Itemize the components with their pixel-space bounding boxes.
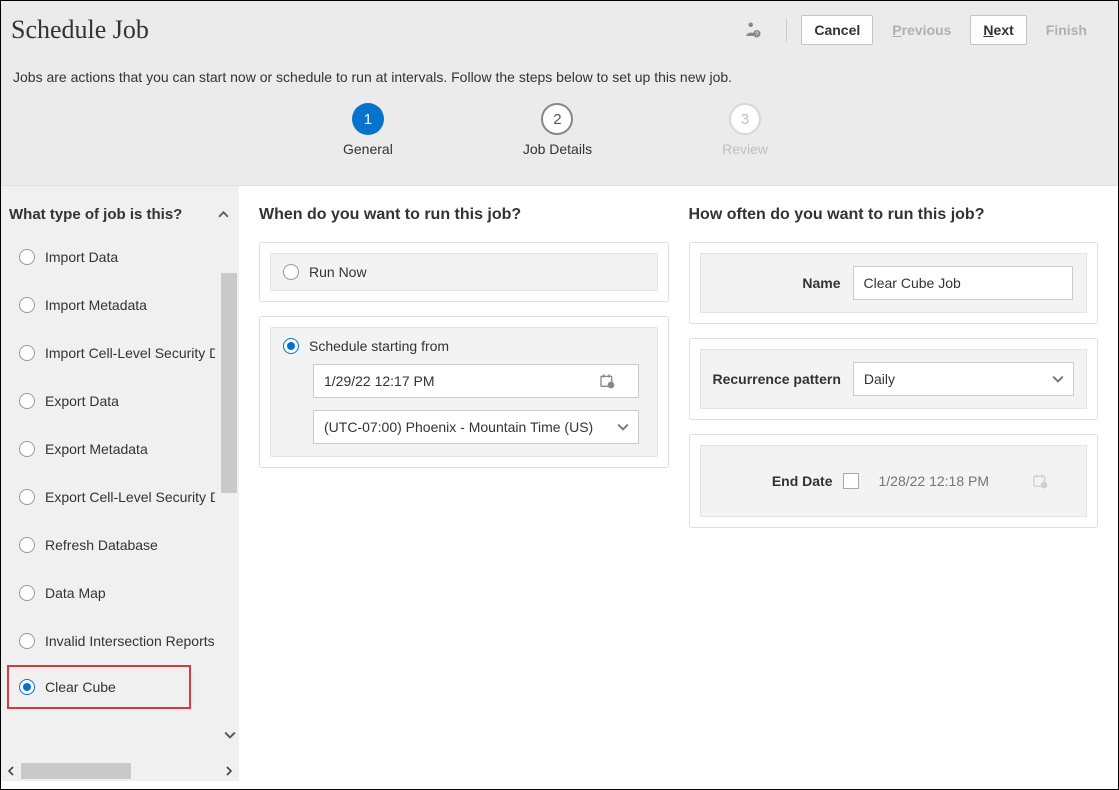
end-date-card: End Date	[689, 434, 1099, 528]
often-panel-title: How often do you want to run this job?	[689, 206, 1099, 224]
calendar-icon[interactable]	[599, 373, 615, 389]
end-date-checkbox[interactable]	[843, 473, 859, 489]
schedule-option[interactable]: Schedule starting from	[271, 328, 657, 364]
datetime-input[interactable]	[313, 364, 639, 398]
radio-icon	[19, 345, 35, 361]
recurrence-select[interactable]	[853, 362, 1074, 396]
job-option-export-metadata[interactable]: Export Metadata	[1, 425, 239, 473]
wizard-step-details[interactable]: 2 Job Details	[523, 103, 592, 157]
finish-button: Finish	[1033, 15, 1100, 45]
recurrence-card: Recurrence pattern	[689, 338, 1099, 420]
end-date-row: End Date	[700, 445, 1088, 517]
job-option-label: Import Cell-Level Security Definition	[45, 345, 215, 361]
sidebar-header: What type of job is this?	[1, 194, 239, 233]
schedule-label: Schedule starting from	[309, 338, 449, 354]
job-option-clear-cube[interactable]: Clear Cube	[7, 665, 191, 709]
scrollbar-thumb[interactable]	[21, 763, 131, 779]
step-number: 3	[729, 103, 761, 135]
user-help-icon[interactable]: ?	[744, 21, 762, 39]
header-actions: ? Cancel Previous Next Finish	[744, 15, 1100, 45]
end-date-field-wrap	[869, 464, 1073, 498]
step-number: 2	[541, 103, 573, 135]
end-date-label: End Date	[715, 473, 833, 489]
calendar-icon	[1032, 473, 1048, 489]
cancel-button[interactable]: Cancel	[801, 15, 873, 45]
recurrence-label: Recurrence pattern	[713, 371, 841, 387]
job-option-import-cell-security[interactable]: Import Cell-Level Security Definition	[1, 329, 239, 377]
job-option-refresh-database[interactable]: Refresh Database	[1, 521, 239, 569]
often-panel: How often do you want to run this job? N…	[689, 206, 1099, 761]
recurrence-input[interactable]	[853, 362, 1074, 396]
scrollbar-vertical[interactable]	[221, 273, 237, 761]
radio-icon	[19, 441, 35, 457]
radio-icon	[283, 264, 299, 280]
step-label: Review	[722, 141, 768, 157]
radio-icon	[19, 633, 35, 649]
name-card: Name	[689, 242, 1099, 324]
run-now-label: Run Now	[309, 264, 367, 280]
job-option-label: Clear Cube	[45, 679, 116, 695]
previous-button: Previous	[879, 15, 964, 45]
timezone-select[interactable]	[313, 410, 639, 444]
next-button[interactable]: Next	[970, 15, 1026, 45]
job-option-label: Refresh Database	[45, 537, 158, 553]
job-option-import-data[interactable]: Import Data	[1, 233, 239, 281]
wizard-step-general[interactable]: 1 General	[343, 103, 393, 157]
job-option-label: Import Metadata	[45, 297, 147, 313]
job-option-label: Import Data	[45, 249, 118, 265]
step-label: Job Details	[523, 141, 592, 157]
recurrence-row: Recurrence pattern	[700, 349, 1088, 409]
job-option-label: Export Metadata	[45, 441, 148, 457]
page-title: Schedule Job	[11, 15, 149, 45]
job-option-label: Data Map	[45, 585, 106, 601]
job-type-list: Import Data Import Metadata Import Cell-…	[1, 233, 239, 761]
run-now-card: Run Now	[259, 242, 669, 302]
wizard-steps: 1 General 2 Job Details 3 Review	[11, 103, 1100, 157]
job-option-import-metadata[interactable]: Import Metadata	[1, 281, 239, 329]
schedule-card: Schedule starting from	[259, 316, 669, 468]
page-description: Jobs are actions that you can start now …	[11, 69, 1100, 85]
scrollbar-thumb[interactable]	[221, 273, 237, 493]
job-option-label: Invalid Intersection Reports	[45, 633, 215, 649]
chevron-down-icon[interactable]	[223, 729, 237, 741]
scrollbar-horizontal[interactable]	[1, 761, 239, 781]
sidebar: What type of job is this? Import Data Im…	[1, 186, 239, 781]
name-label: Name	[713, 275, 841, 291]
scroll-right-icon[interactable]	[219, 761, 239, 781]
header-area: Schedule Job ? Cancel Previous Next Fini…	[1, 1, 1118, 186]
sidebar-title: What type of job is this?	[9, 206, 182, 223]
job-option-export-cell-security[interactable]: Export Cell-Level Security Definition	[1, 473, 239, 521]
radio-icon	[19, 393, 35, 409]
divider	[786, 18, 787, 42]
radio-icon	[19, 679, 35, 695]
run-now-option[interactable]: Run Now	[270, 253, 658, 291]
schedule-inputs	[313, 364, 657, 444]
radio-icon	[19, 489, 35, 505]
chevron-up-icon[interactable]	[218, 209, 229, 220]
datetime-field-wrap	[313, 364, 639, 398]
title-row: Schedule Job ? Cancel Previous Next Fini…	[11, 15, 1100, 45]
scroll-left-icon[interactable]	[1, 761, 21, 781]
name-input[interactable]	[853, 266, 1073, 300]
job-option-label: Export Cell-Level Security Definition	[45, 489, 215, 505]
content-area: When do you want to run this job? Run No…	[239, 186, 1118, 781]
when-panel-title: When do you want to run this job?	[259, 206, 669, 224]
radio-icon	[19, 249, 35, 265]
job-option-label: Export Data	[45, 393, 119, 409]
timezone-input[interactable]	[313, 410, 639, 444]
job-option-invalid-intersection[interactable]: Invalid Intersection Reports	[1, 617, 239, 665]
radio-icon	[283, 338, 299, 354]
job-option-export-data[interactable]: Export Data	[1, 377, 239, 425]
step-label: General	[343, 141, 393, 157]
when-panel: When do you want to run this job? Run No…	[259, 206, 669, 761]
wizard-step-review: 3 Review	[722, 103, 768, 157]
radio-icon	[19, 537, 35, 553]
main-body: What type of job is this? Import Data Im…	[1, 186, 1118, 781]
name-row: Name	[700, 253, 1088, 313]
radio-icon	[19, 297, 35, 313]
radio-icon	[19, 585, 35, 601]
scroll-track[interactable]	[21, 763, 219, 779]
job-option-data-map[interactable]: Data Map	[1, 569, 239, 617]
step-number: 1	[352, 103, 384, 135]
